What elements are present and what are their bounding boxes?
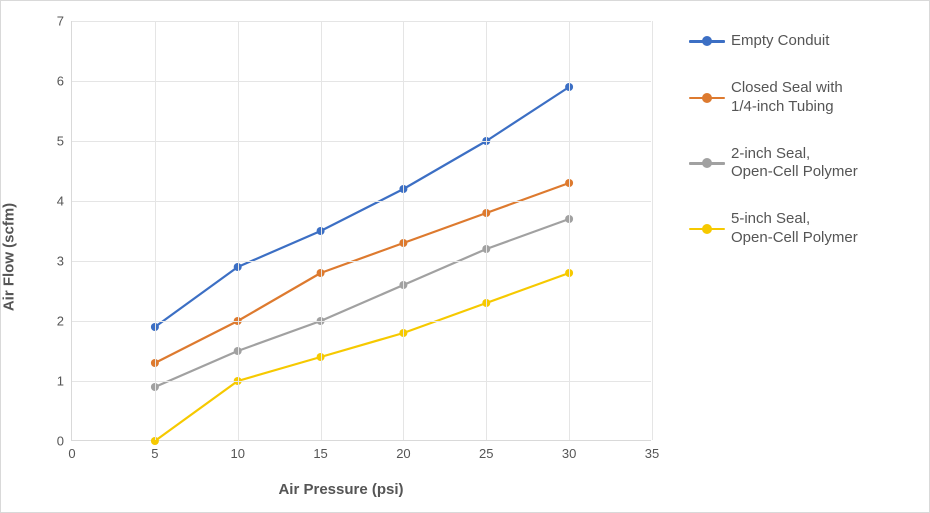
gridline-v — [155, 21, 156, 440]
legend-label: 2-inch Seal,Open-Cell Polymer — [731, 145, 858, 183]
y-tick-label: 3 — [57, 254, 72, 269]
y-tick-label: 5 — [57, 134, 72, 149]
series-line — [155, 219, 569, 387]
x-tick-label: 35 — [645, 440, 659, 461]
gridline-v — [569, 21, 570, 440]
gridline-v — [652, 21, 653, 440]
legend-item: Closed Seal with1/4-inch Tubing — [689, 79, 909, 117]
gridline-h — [72, 141, 651, 142]
x-tick-label: 25 — [479, 440, 493, 461]
y-tick-label: 7 — [57, 14, 72, 29]
legend-label: 5-inch Seal,Open-Cell Polymer — [731, 210, 858, 248]
gridline-h — [72, 321, 651, 322]
gridline-v — [321, 21, 322, 440]
x-axis-label: Air Pressure (psi) — [278, 481, 403, 498]
series-svg — [72, 21, 651, 440]
legend-marker-icon — [689, 153, 725, 173]
legend-item: 2-inch Seal,Open-Cell Polymer — [689, 145, 909, 183]
y-tick-label: 4 — [57, 194, 72, 209]
x-tick-label: 15 — [313, 440, 327, 461]
series-line — [155, 273, 569, 441]
gridline-h — [72, 21, 651, 22]
gridline-v — [486, 21, 487, 440]
legend-marker-icon — [689, 88, 725, 108]
legend-label: Empty Conduit — [731, 32, 829, 51]
y-axis-label: Air Flow (scfm) — [1, 202, 18, 310]
legend-item: 5-inch Seal,Open-Cell Polymer — [689, 210, 909, 248]
legend-marker-icon — [689, 219, 725, 239]
legend: Empty Conduit Closed Seal with1/4-inch Tu… — [681, 1, 929, 512]
y-tick-label: 6 — [57, 74, 72, 89]
x-tick-label: 20 — [396, 440, 410, 461]
legend-marker-icon — [689, 31, 725, 51]
chart-figure: Air Flow (scfm) Air Pressure (psi) 01234… — [0, 0, 930, 513]
gridline-h — [72, 81, 651, 82]
gridline-v — [403, 21, 404, 440]
plot-area-wrap: Air Flow (scfm) Air Pressure (psi) 01234… — [1, 1, 681, 512]
gridline-v — [238, 21, 239, 440]
y-tick-label: 1 — [57, 374, 72, 389]
gridline-h — [72, 381, 651, 382]
x-tick-label: 0 — [68, 440, 75, 461]
gridline-h — [72, 201, 651, 202]
y-tick-label: 2 — [57, 314, 72, 329]
x-tick-label: 30 — [562, 440, 576, 461]
legend-label: Closed Seal with1/4-inch Tubing — [731, 79, 843, 117]
series-line — [155, 87, 569, 327]
plot-area: 0123456705101520253035 — [71, 21, 651, 441]
gridline-h — [72, 261, 651, 262]
legend-item: Empty Conduit — [689, 31, 909, 51]
x-tick-label: 10 — [230, 440, 244, 461]
x-tick-label: 5 — [151, 440, 158, 461]
